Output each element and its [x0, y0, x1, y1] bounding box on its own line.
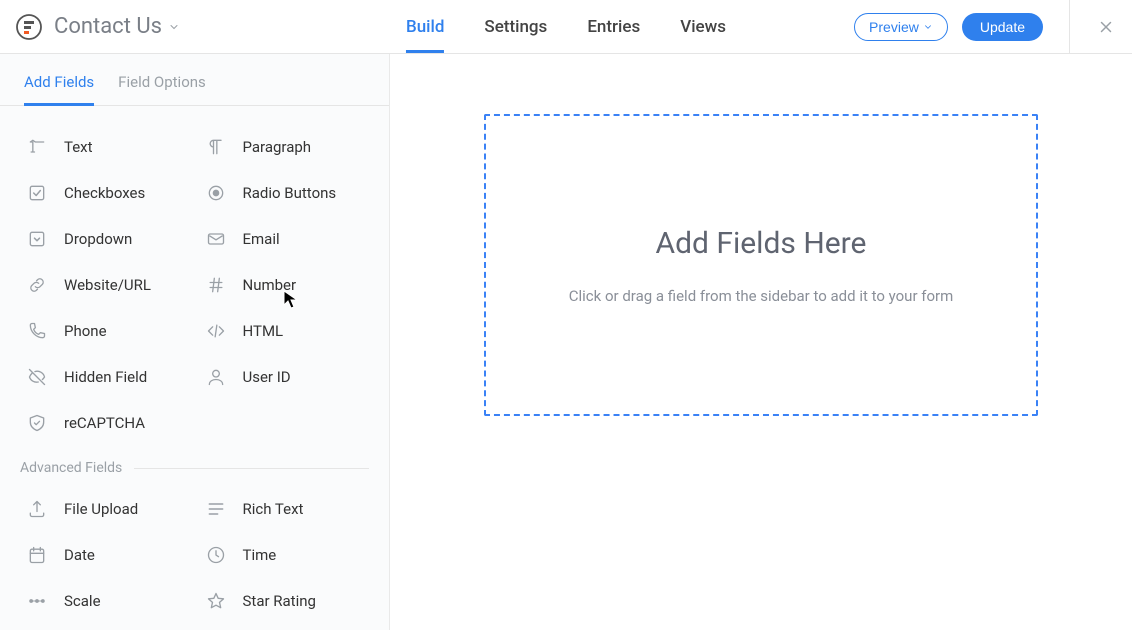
field-item-userid[interactable]: User ID: [199, 354, 370, 400]
caret-down-icon: [168, 21, 180, 33]
field-item-label: Date: [64, 546, 95, 564]
radio-icon: [203, 180, 229, 206]
code-icon: [203, 318, 229, 344]
field-item-starrating[interactable]: Star Rating: [199, 578, 370, 624]
tab-entries[interactable]: Entries: [587, 0, 640, 53]
field-item-recaptcha[interactable]: reCAPTCHA: [20, 400, 191, 446]
topbar: Contact Us Build Settings Entries Views …: [0, 0, 1132, 54]
tab-build[interactable]: Build: [406, 0, 444, 53]
update-button[interactable]: Update: [962, 13, 1043, 41]
dropdown-icon: [24, 226, 50, 252]
field-item-label: reCAPTCHA: [64, 414, 145, 432]
dropzone[interactable]: Add Fields Here Click or drag a field fr…: [484, 114, 1038, 416]
preview-button[interactable]: Preview: [854, 13, 948, 41]
field-item-label: Hidden Field: [64, 368, 147, 386]
field-item-label: Checkboxes: [64, 184, 145, 202]
field-item-label: Dropdown: [64, 230, 132, 248]
field-item-radio[interactable]: Radio Buttons: [199, 170, 370, 216]
section-divider: Advanced Fields: [20, 460, 369, 476]
star-icon: [203, 588, 229, 614]
field-item-url[interactable]: Website/URL: [20, 262, 191, 308]
text-icon: [24, 134, 50, 160]
field-item-dropdown[interactable]: Dropdown: [20, 216, 191, 262]
field-item-label: Star Rating: [243, 592, 316, 610]
field-item-email[interactable]: Email: [199, 216, 370, 262]
field-item-html[interactable]: HTML: [199, 308, 370, 354]
field-item-label: Website/URL: [64, 276, 151, 294]
form-title-dropdown[interactable]: Contact Us: [54, 14, 180, 39]
upload-icon: [24, 496, 50, 522]
field-item-label: Scale: [64, 592, 101, 610]
field-item-paragraph[interactable]: Paragraph: [199, 124, 370, 170]
checkbox-icon: [24, 180, 50, 206]
main-area: Add Fields Field Options Text Paragraph Ch…: [0, 54, 1132, 630]
field-item-number[interactable]: Number: [199, 262, 370, 308]
field-item-text[interactable]: Text: [20, 124, 191, 170]
field-item-label: Number: [243, 276, 297, 294]
calendar-icon: [24, 542, 50, 568]
advanced-fields-label: Advanced Fields: [20, 460, 134, 476]
dropzone-title: Add Fields Here: [656, 226, 867, 261]
field-item-scale[interactable]: Scale: [20, 578, 191, 624]
topbar-actions: Preview Update: [854, 0, 1116, 54]
email-icon: [203, 226, 229, 252]
dropzone-subtitle: Click or drag a field from the sidebar t…: [569, 287, 954, 305]
sidebar: Add Fields Field Options Text Paragraph Ch…: [0, 54, 390, 630]
fields-list: Text Paragraph Checkboxes Radio Buttons Drop…: [0, 106, 389, 624]
field-item-richtext[interactable]: Rich Text: [199, 486, 370, 532]
field-item-date[interactable]: Date: [20, 532, 191, 578]
caret-down-icon: [923, 22, 933, 32]
paragraph-icon: [203, 134, 229, 160]
field-item-label: File Upload: [64, 500, 138, 518]
form-canvas: Add Fields Here Click or drag a field fr…: [390, 54, 1132, 630]
field-item-label: User ID: [243, 368, 291, 386]
field-item-label: Phone: [64, 322, 107, 340]
clock-icon: [203, 542, 229, 568]
richtext-icon: [203, 496, 229, 522]
sidebar-tab-add-fields[interactable]: Add Fields: [24, 73, 94, 105]
field-item-fileupload[interactable]: File Upload: [20, 486, 191, 532]
field-item-phone[interactable]: Phone: [20, 308, 191, 354]
main-tabs: Build Settings Entries Views: [406, 0, 726, 53]
field-item-label: Time: [243, 546, 277, 564]
field-item-label: Radio Buttons: [243, 184, 337, 202]
user-icon: [203, 364, 229, 390]
field-item-label: Rich Text: [243, 500, 304, 518]
shield-icon: [24, 410, 50, 436]
field-item-checkboxes[interactable]: Checkboxes: [20, 170, 191, 216]
hidden-icon: [24, 364, 50, 390]
close-button[interactable]: [1096, 17, 1116, 37]
tab-settings[interactable]: Settings: [484, 0, 547, 53]
field-item-label: Paragraph: [243, 138, 312, 156]
phone-icon: [24, 318, 50, 344]
close-icon: [1097, 18, 1115, 36]
field-item-time[interactable]: Time: [199, 532, 370, 578]
hash-icon: [203, 272, 229, 298]
sidebar-tab-field-options[interactable]: Field Options: [118, 73, 206, 105]
field-item-label: Text: [64, 138, 93, 156]
field-item-hidden[interactable]: Hidden Field: [20, 354, 191, 400]
field-item-label: HTML: [243, 322, 284, 340]
app-logo-icon: [16, 14, 42, 40]
form-title: Contact Us: [54, 14, 162, 39]
tab-views[interactable]: Views: [680, 0, 726, 53]
link-icon: [24, 272, 50, 298]
scale-icon: [24, 588, 50, 614]
divider: [1069, 0, 1070, 54]
sidebar-tabs: Add Fields Field Options: [0, 54, 389, 106]
field-item-label: Email: [243, 230, 280, 248]
